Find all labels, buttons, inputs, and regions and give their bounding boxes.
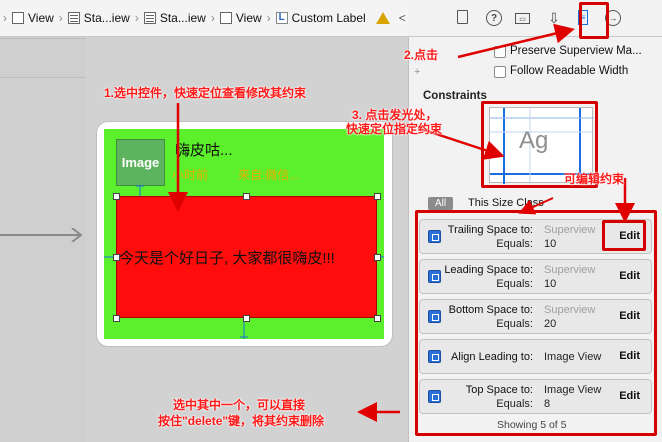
annotation-step2: 2.点击 (404, 48, 439, 62)
annotation-delete-line2: 按住"delete"键，将其约束删除 (158, 414, 325, 428)
annotation-step1: 1.选中控件，快速定位查看修改其约束 (104, 86, 307, 100)
annotation-delete-line1: 选中其中一个，可以直接 (173, 398, 306, 412)
annotation-arrows (168, 23, 635, 422)
annotation-step3-line1: 3. 点击发光处， (352, 108, 438, 122)
annotation-step3-line2: 快速定位指定约束 (346, 122, 443, 136)
annotation-editable: 可编辑约束 (564, 172, 625, 186)
